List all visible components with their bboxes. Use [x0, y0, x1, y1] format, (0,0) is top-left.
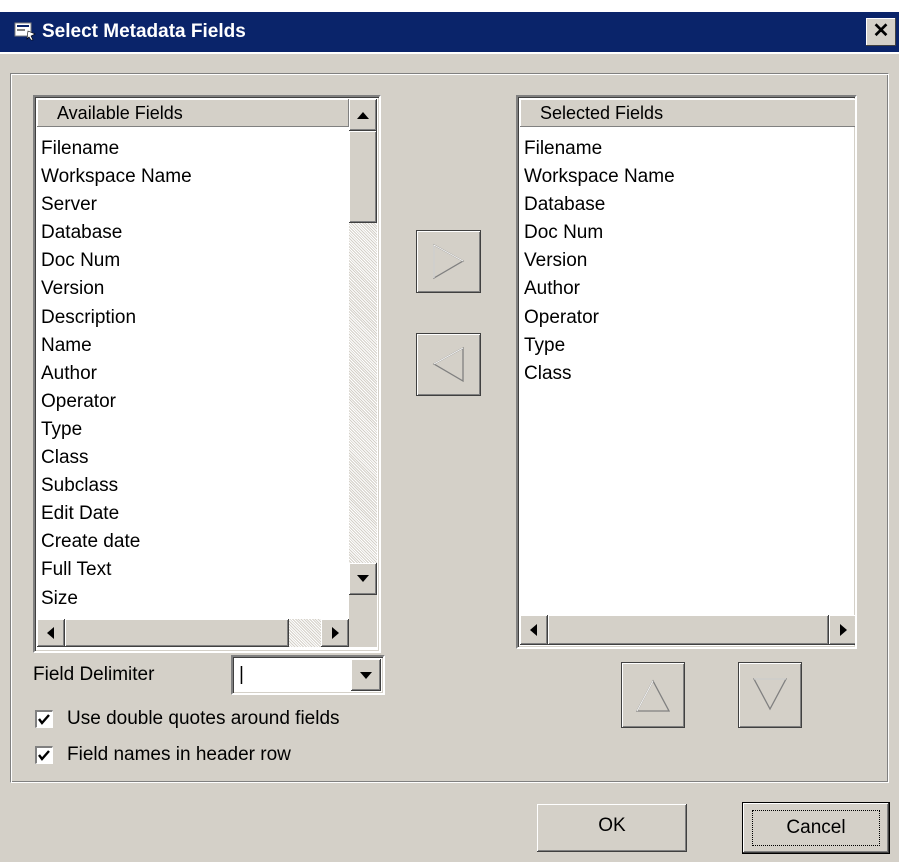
dropdown-button[interactable]: [351, 659, 381, 691]
list-item[interactable]: Workspace Name: [41, 163, 192, 191]
close-button[interactable]: ✕: [866, 18, 896, 46]
available-vscroll-thumb[interactable]: [349, 131, 377, 223]
scroll-left-button[interactable]: [37, 619, 65, 647]
use-quotes-label[interactable]: Use double quotes around fields: [67, 707, 340, 731]
list-item[interactable]: Filename: [41, 135, 192, 163]
list-item[interactable]: Author: [41, 360, 192, 388]
scroll-left-button[interactable]: [520, 615, 548, 645]
list-item[interactable]: Operator: [524, 304, 675, 332]
list-item[interactable]: Type: [524, 332, 675, 360]
header-row-checkbox[interactable]: [35, 746, 53, 764]
scroll-down-button[interactable]: [349, 563, 377, 595]
available-fields-list[interactable]: Available Fields Filename Workspace Name S…: [33, 95, 381, 653]
window-app-icon: [14, 22, 36, 41]
add-field-button[interactable]: [416, 230, 481, 293]
ok-button[interactable]: OK: [537, 804, 687, 852]
list-item[interactable]: Type: [41, 416, 192, 444]
list-item[interactable]: Database: [524, 191, 675, 219]
list-item[interactable]: Full Text: [41, 556, 192, 584]
available-hscroll-thumb[interactable]: [65, 619, 289, 647]
use-quotes-checkbox[interactable]: [35, 710, 53, 728]
list-item[interactable]: Edit Date: [41, 500, 192, 528]
selected-fields-items: Filename Workspace Name Database Doc Num Ver…: [524, 135, 675, 388]
triangle-left-icon: [432, 346, 464, 383]
list-item[interactable]: Version: [524, 247, 675, 275]
triangle-left-icon: [530, 624, 537, 636]
window-title: Select Metadata Fields: [42, 21, 246, 42]
scroll-up-button[interactable]: [349, 99, 377, 131]
list-item[interactable]: Description: [41, 304, 192, 332]
list-item[interactable]: Size: [41, 585, 192, 613]
field-delimiter-label: Field Delimiter: [33, 664, 155, 685]
triangle-right-icon: [433, 243, 465, 280]
selected-hscroll-thumb[interactable]: [548, 615, 829, 645]
available-fields-header[interactable]: Available Fields: [37, 99, 349, 127]
list-item[interactable]: Operator: [41, 388, 192, 416]
list-item[interactable]: Name: [41, 332, 192, 360]
triangle-up-icon: [357, 112, 369, 119]
field-delimiter-select[interactable]: |: [231, 655, 385, 695]
header-row-label[interactable]: Field names in header row: [67, 743, 291, 767]
triangle-right-icon: [840, 624, 847, 636]
scroll-corner: [349, 595, 377, 647]
close-icon: ✕: [872, 20, 890, 42]
list-item[interactable]: Class: [524, 360, 675, 388]
move-down-button[interactable]: [738, 662, 802, 728]
scroll-right-button[interactable]: [829, 615, 855, 645]
list-item[interactable]: Version: [41, 275, 192, 303]
cancel-button-label: Cancel: [752, 810, 880, 846]
cancel-button[interactable]: Cancel: [743, 803, 889, 853]
available-fields-items: Filename Workspace Name Server Database Doc …: [41, 135, 192, 613]
selected-fields-header[interactable]: Selected Fields: [520, 99, 855, 127]
list-item[interactable]: Subclass: [41, 472, 192, 500]
triangle-down-icon: [357, 575, 369, 582]
list-item[interactable]: Filename: [524, 135, 675, 163]
triangle-right-icon: [332, 627, 339, 639]
triangle-down-icon: [752, 678, 788, 711]
list-item[interactable]: Class: [41, 444, 192, 472]
chevron-down-icon: [360, 672, 372, 679]
list-item[interactable]: Server: [41, 191, 192, 219]
list-item[interactable]: Create date: [41, 528, 192, 556]
checkmark-icon: [38, 750, 50, 761]
checkmark-icon: [38, 714, 50, 725]
list-item[interactable]: Database: [41, 219, 192, 247]
list-item[interactable]: Doc Num: [524, 219, 675, 247]
list-item[interactable]: Author: [524, 275, 675, 303]
list-item[interactable]: Workspace Name: [524, 163, 675, 191]
field-delimiter-value: |: [239, 664, 244, 685]
scroll-right-button[interactable]: [321, 619, 349, 647]
triangle-up-icon: [635, 679, 671, 712]
remove-field-button[interactable]: [416, 333, 481, 396]
selected-fields-list[interactable]: Selected Fields Filename Workspace Name Da…: [516, 95, 857, 649]
move-up-button[interactable]: [621, 662, 685, 728]
list-item[interactable]: Doc Num: [41, 247, 192, 275]
triangle-left-icon: [47, 627, 54, 639]
